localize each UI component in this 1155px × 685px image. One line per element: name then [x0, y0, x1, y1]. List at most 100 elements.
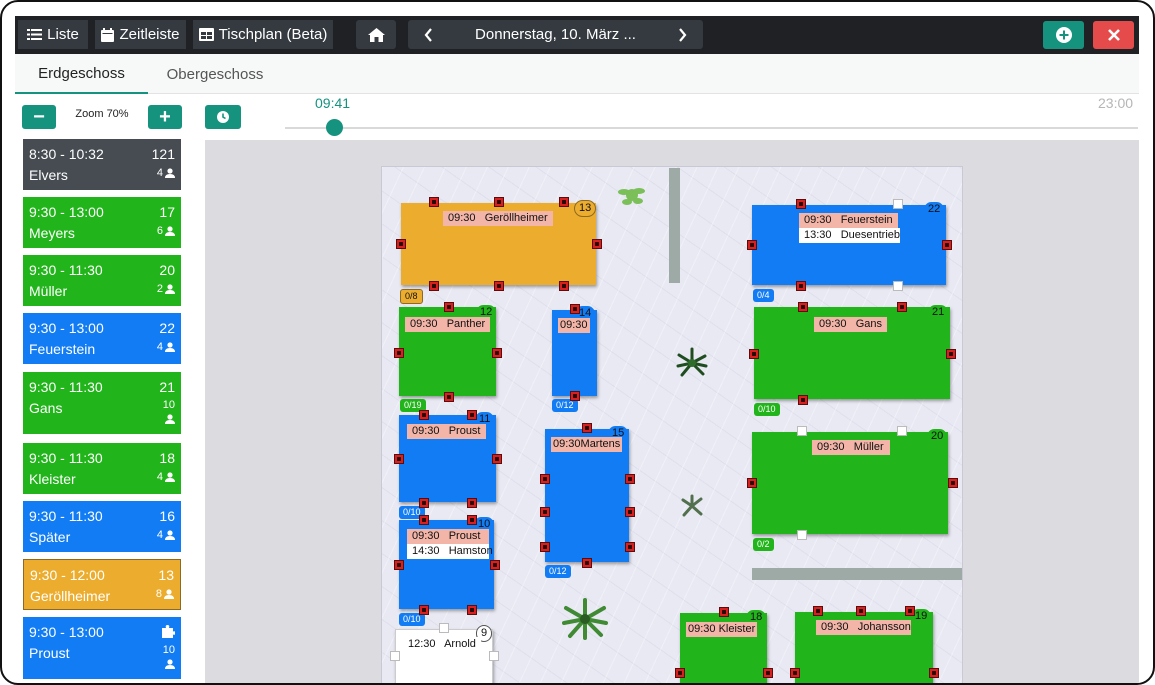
- reservation-card[interactable]: 9:30 - 11:30 Später 16 4: [23, 501, 181, 552]
- table-capacity: 0/10: [754, 403, 780, 416]
- zoom-out-button[interactable]: −: [22, 105, 56, 129]
- timeline-slider-handle[interactable]: [325, 119, 343, 136]
- table-number: 13: [574, 200, 597, 217]
- table-capacity: 0/12: [545, 565, 571, 578]
- plant-icon: [681, 494, 703, 517]
- chair: [948, 478, 958, 488]
- reservation-person-count: 2: [156, 283, 163, 295]
- reservation-time: 8:30 - 10:32: [29, 146, 104, 162]
- reservation-person-count: 10: [162, 399, 175, 411]
- reservation-table-number: 121: [151, 146, 175, 162]
- reservation-persons: 2: [157, 283, 175, 295]
- list-view-button[interactable]: Liste: [18, 20, 88, 49]
- reservation-table-number: 13: [158, 567, 174, 583]
- tableplan-view-button[interactable]: Tischplan (Beta): [193, 20, 333, 49]
- reservation-person-count: 4: [156, 529, 163, 541]
- reservation-persons: 4: [157, 167, 175, 179]
- chair: [625, 474, 635, 484]
- chair: [444, 302, 454, 312]
- person-icon: [165, 168, 175, 178]
- reservation-time: 9:30 - 11:30: [29, 450, 103, 466]
- table-booking-label: 09:30 Panther: [405, 317, 491, 332]
- table-booking-label: 09:30 Geröllheimer: [443, 211, 553, 226]
- list-view-label: Liste: [47, 26, 79, 43]
- table-booking-label: 09:30 Proust: [407, 529, 489, 544]
- home-button[interactable]: [356, 20, 396, 49]
- reservation-card[interactable]: 9:30 - 11:30 Gans 21 10: [23, 372, 181, 434]
- tab-erdgeschoss[interactable]: Erdgeschoss: [15, 54, 148, 94]
- reservation-time: 9:30 - 12:00: [30, 567, 105, 583]
- person-icon: [165, 530, 175, 540]
- plus-circle-icon: [1055, 27, 1072, 43]
- chair: [747, 478, 757, 488]
- chair: [396, 239, 406, 249]
- timeline-view-button[interactable]: Zeitleiste: [95, 20, 186, 49]
- chair: [797, 530, 807, 540]
- puzzle-icon: [162, 625, 176, 638]
- reservation-card[interactable]: 9:30 - 11:30 Kleister 18 4: [23, 443, 181, 494]
- reservation-name: Gans: [29, 400, 63, 416]
- chair: [429, 197, 439, 207]
- zoom-in-button[interactable]: +: [148, 105, 182, 129]
- chair: [946, 349, 956, 359]
- chevron-right-icon[interactable]: [678, 27, 687, 42]
- chair: [582, 423, 592, 433]
- chair: [897, 302, 907, 312]
- app-window: Liste Zeitleiste Tischplan (Beta) Donner…: [0, 0, 1155, 685]
- reservation-person-count: 4: [156, 167, 163, 179]
- home-icon: [367, 27, 385, 42]
- current-time-button[interactable]: [205, 105, 241, 129]
- chair: [490, 560, 500, 570]
- chair: [797, 426, 807, 436]
- table-booking-label: 12:30 Arnold: [403, 637, 481, 652]
- chair: [390, 651, 400, 661]
- chair: [439, 623, 449, 633]
- table-booking-label: 09:30 Proust: [407, 424, 486, 439]
- reservation-table-number: 18: [159, 450, 175, 466]
- chair: [429, 281, 439, 291]
- reservation-card[interactable]: 9:30 - 13:00 Meyers 17 6: [23, 197, 181, 248]
- chair: [492, 348, 502, 358]
- chevron-left-icon[interactable]: [424, 27, 433, 42]
- table-number: 20: [927, 429, 948, 444]
- reservation-card[interactable]: 9:30 - 13:00 Proust 10: [23, 617, 181, 679]
- reservation-card[interactable]: 9:30 - 11:30 Müller 20 2: [23, 255, 181, 306]
- chair: [592, 239, 602, 249]
- timeline-slider-track[interactable]: [285, 127, 1138, 129]
- reservation-card[interactable]: 9:30 - 12:00 Geröllheimer 13 8: [23, 559, 181, 610]
- reservation-card[interactable]: 8:30 - 10:32 Elvers 121 4: [23, 139, 181, 190]
- reservation-persons: 10: [163, 399, 175, 424]
- tab-obergeschoss[interactable]: Obergeschoss: [155, 54, 275, 94]
- chair: [494, 197, 504, 207]
- reservation-person-count: 8: [155, 588, 162, 600]
- chair: [798, 302, 808, 312]
- add-reservation-button[interactable]: [1043, 21, 1084, 49]
- table-grid-icon: [198, 28, 214, 41]
- chair: [675, 668, 685, 678]
- close-button[interactable]: [1093, 21, 1134, 49]
- wall-segment: [669, 168, 680, 283]
- current-date[interactable]: Donnerstag, 10. März ...: [475, 26, 636, 43]
- reservation-table-number: 16: [159, 508, 175, 524]
- reservation-card[interactable]: 9:30 - 13:00 Feuerstein 22 4: [23, 313, 181, 364]
- reservation-name: Kleister: [29, 471, 76, 487]
- chair: [540, 507, 550, 517]
- chair: [559, 281, 569, 291]
- table-booking-label: 13:30 Duesentrieb: [799, 228, 900, 243]
- close-icon: [1107, 29, 1120, 41]
- tableplan-view-label: Tischplan (Beta): [218, 26, 328, 43]
- reservation-time: 9:30 - 13:00: [29, 624, 104, 640]
- plant-icon: [562, 598, 608, 640]
- chair: [419, 498, 429, 508]
- reservation-time: 9:30 - 11:30: [29, 508, 103, 524]
- person-icon: [165, 342, 175, 352]
- chair: [897, 426, 907, 436]
- chair: [444, 392, 454, 402]
- chair: [942, 240, 952, 250]
- chair: [625, 507, 635, 517]
- chair: [492, 454, 502, 464]
- table-booking-label: 09:30 Gans: [814, 317, 887, 332]
- chair: [467, 410, 477, 420]
- reservation-table-number: 22: [159, 320, 175, 336]
- table-number: 21: [928, 305, 949, 320]
